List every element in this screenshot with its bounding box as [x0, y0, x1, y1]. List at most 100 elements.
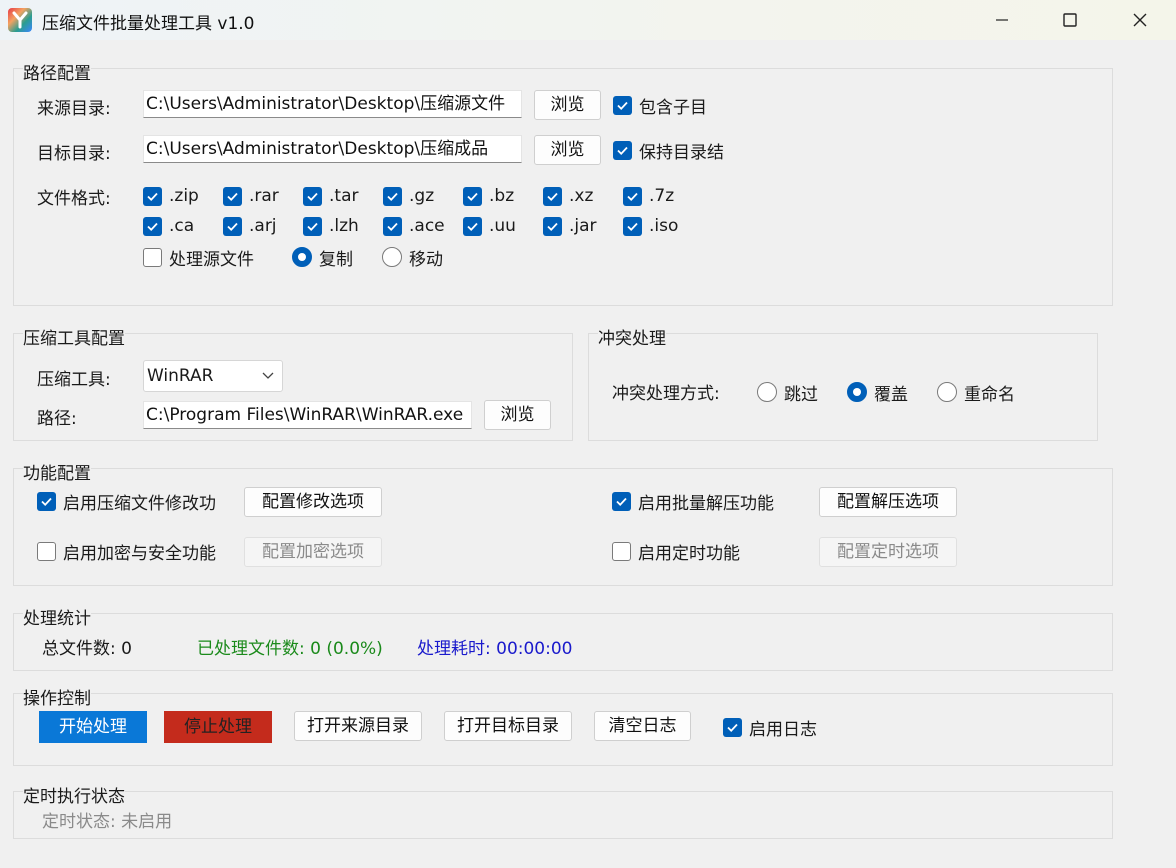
include-subdir-label: 包含子目 — [639, 97, 707, 118]
check-icon — [303, 186, 322, 206]
tool-browse-button[interactable]: 浏览 — [484, 400, 551, 430]
format-checkbox[interactable]: .iso — [623, 215, 678, 237]
format-checkbox[interactable]: .lzh — [303, 215, 359, 237]
format-checkbox[interactable]: .arj — [223, 215, 277, 237]
format-label: .lzh — [329, 216, 359, 236]
enable-extract-checkbox[interactable]: 启用批量解压功能 — [612, 490, 774, 514]
enable-schedule-checkbox[interactable]: 启用定时功能 — [612, 540, 740, 564]
maximize-button[interactable] — [1036, 0, 1104, 40]
enable-modify-checkbox[interactable]: 启用压缩文件修改功 — [37, 490, 216, 514]
format-checkbox[interactable]: .xz — [543, 185, 593, 207]
enable-log-checkbox[interactable]: 启用日志 — [723, 716, 817, 740]
format-checkbox[interactable]: .bz — [463, 185, 514, 207]
check-icon — [223, 216, 242, 236]
tool-select[interactable]: WinRAR — [143, 360, 283, 392]
check-icon — [37, 491, 56, 511]
close-button[interactable] — [1106, 0, 1174, 40]
conflict-label: 冲突处理方式: — [612, 384, 720, 404]
check-icon — [383, 186, 402, 206]
open-target-button[interactable]: 打开目标目录 — [444, 711, 572, 741]
mode-move-label: 移动 — [409, 249, 443, 270]
total-files-text: 总文件数: 0 — [42, 639, 132, 659]
radio-unselected-icon — [757, 382, 777, 402]
format-checkbox[interactable]: .uu — [463, 215, 516, 237]
enable-encrypt-checkbox[interactable]: 启用加密与安全功能 — [37, 540, 216, 564]
clear-log-button[interactable]: 清空日志 — [594, 711, 691, 741]
format-checkbox[interactable]: .gz — [383, 185, 434, 207]
enable-schedule-label: 启用定时功能 — [638, 543, 740, 564]
path-config-title: 路径配置 — [23, 59, 91, 84]
format-label: .gz — [409, 186, 435, 206]
format-checkbox[interactable]: .7z — [623, 185, 674, 207]
format-label: .zip — [169, 186, 199, 206]
tool-config-title: 压缩工具配置 — [23, 324, 125, 349]
target-dir-label: 目标目录: — [37, 144, 111, 164]
conflict-option-label: 覆盖 — [874, 384, 908, 405]
config-schedule-button: 配置定时选项 — [819, 537, 957, 567]
close-icon — [1133, 13, 1147, 27]
conflict-rename-radio[interactable]: 重命名 — [937, 381, 1015, 405]
target-browse-button[interactable]: 浏览 — [534, 135, 601, 165]
check-icon — [723, 717, 742, 737]
keep-structure-check-icon — [613, 140, 632, 160]
chevron-down-icon — [262, 372, 274, 379]
source-browse-button[interactable]: 浏览 — [534, 90, 601, 120]
conflict-overwrite-radio[interactable]: 覆盖 — [847, 381, 908, 405]
enable-encrypt-label: 启用加密与安全功能 — [63, 543, 216, 564]
processed-files-text: 已处理文件数: 0 (0.0%) — [197, 639, 383, 659]
enable-modify-label: 启用压缩文件修改功 — [63, 493, 216, 514]
config-extract-button[interactable]: 配置解压选项 — [819, 487, 957, 517]
process-source-label: 处理源文件 — [169, 249, 254, 270]
format-checkbox[interactable]: .jar — [543, 215, 597, 237]
format-label: .ca — [169, 216, 195, 236]
check-icon — [303, 216, 322, 236]
conflict-skip-radio[interactable]: 跳过 — [757, 381, 818, 405]
check-icon — [543, 216, 562, 236]
format-checkbox[interactable]: .rar — [223, 185, 279, 207]
schedule-status-group — [13, 791, 1113, 839]
radio-unselected-icon — [937, 382, 957, 402]
check-icon — [623, 216, 642, 236]
target-dir-input[interactable]: C:\Users\Administrator\Desktop\压缩成品 — [143, 135, 522, 163]
radio-selected-icon — [292, 247, 312, 267]
check-icon — [623, 186, 642, 206]
window-title: 压缩文件批量处理工具 v1.0 — [42, 14, 255, 34]
tool-select-value: WinRAR — [147, 366, 214, 386]
source-dir-label: 来源目录: — [37, 99, 111, 119]
stop-button[interactable]: 停止处理 — [164, 711, 272, 743]
format-checkbox[interactable]: .ca — [143, 215, 194, 237]
format-label: .uu — [489, 216, 516, 236]
feature-config-group — [13, 468, 1113, 586]
open-source-button[interactable]: 打开来源目录 — [294, 711, 422, 741]
tool-label: 压缩工具: — [37, 370, 111, 390]
elapsed-time-text: 处理耗时: 00:00:00 — [417, 639, 573, 659]
radio-selected-icon — [847, 382, 867, 402]
title-bar: 压缩文件批量处理工具 v1.0 — [0, 0, 1176, 40]
format-checkbox[interactable]: .ace — [383, 215, 445, 237]
tool-path-input[interactable]: C:\Program Files\WinRAR\WinRAR.exe — [143, 401, 472, 429]
minimize-icon — [996, 19, 1008, 21]
source-dir-input[interactable]: C:\Users\Administrator\Desktop\压缩源文件 — [143, 90, 522, 118]
include-subdir-check-icon — [613, 95, 632, 115]
include-subdir-checkbox[interactable]: 包含子目 — [613, 94, 707, 118]
keep-structure-checkbox[interactable]: 保持目录结 — [613, 139, 724, 163]
mode-move-radio[interactable]: 移动 — [382, 246, 443, 270]
format-label: .ace — [409, 216, 445, 236]
format-checkbox[interactable]: .zip — [143, 185, 199, 207]
mode-copy-radio[interactable]: 复制 — [292, 246, 353, 270]
app-logo-icon — [8, 8, 32, 32]
process-source-checkbox[interactable]: 处理源文件 — [143, 246, 254, 270]
conflict-option-label: 重命名 — [964, 384, 1015, 405]
minimize-button[interactable] — [968, 0, 1036, 40]
check-icon — [223, 186, 242, 206]
start-button[interactable]: 开始处理 — [39, 711, 147, 743]
enable-log-label: 启用日志 — [749, 719, 817, 740]
format-checkbox[interactable]: .tar — [303, 185, 358, 207]
unchecked-box-icon — [37, 541, 56, 561]
maximize-icon — [1063, 13, 1077, 27]
check-icon — [463, 186, 482, 206]
format-label: .bz — [489, 186, 515, 206]
feature-config-title: 功能配置 — [23, 459, 91, 484]
enable-extract-label: 启用批量解压功能 — [638, 493, 774, 514]
config-modify-button[interactable]: 配置修改选项 — [244, 487, 382, 517]
